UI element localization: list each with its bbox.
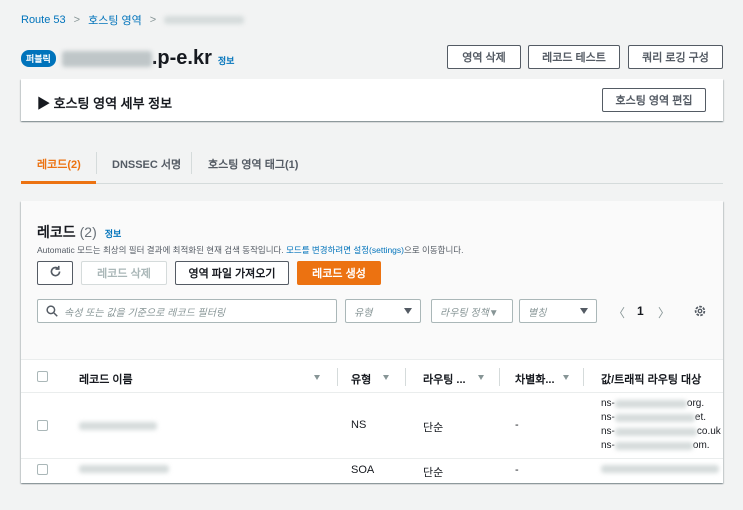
column-type[interactable]: 유형 — [351, 371, 371, 387]
record-name-redacted — [79, 422, 157, 430]
delete-records-button[interactable]: 레코드 삭제 — [81, 261, 167, 285]
settings-link[interactable]: 모드를 변경하려면 설정(settings) — [286, 245, 404, 255]
records-title: 레코드 (2) 정보 — [37, 222, 121, 242]
refresh-icon — [49, 265, 62, 281]
column-routing[interactable]: 라우팅 ... — [423, 371, 466, 387]
sort-icon[interactable] — [478, 375, 484, 380]
search-icon — [46, 305, 58, 320]
record-type: SOA — [351, 464, 375, 476]
tab-divider — [191, 152, 192, 174]
record-name-redacted — [79, 465, 169, 473]
select-all-checkbox[interactable] — [37, 371, 48, 382]
tab-divider — [96, 152, 97, 174]
alias-filter-select[interactable]: 별칭 — [519, 299, 597, 323]
zone-name-redacted — [61, 50, 152, 67]
records-count: (2) — [79, 224, 97, 240]
edit-hosted-zone-button[interactable]: 호스팅 영역 편집 — [602, 88, 706, 112]
breadcrumb-hosted-zones[interactable]: 호스팅 영역 — [88, 12, 142, 28]
breadcrumb-zone-name-redacted — [164, 16, 245, 24]
row-checkbox[interactable] — [37, 464, 48, 475]
column-record-name[interactable]: 레코드 이름 — [79, 371, 133, 387]
table-header: 레코드 이름 유형 라우팅 ... 차별화... 값/트래픽 라우팅 대상 — [21, 359, 723, 393]
gear-icon[interactable] — [693, 304, 707, 321]
description-suffix: 으로 이동합니다. — [404, 245, 464, 255]
routing-filter-placeholder: 라우팅 정책▼ — [440, 307, 499, 319]
column-divider — [337, 368, 338, 386]
sort-icon[interactable] — [563, 375, 569, 380]
search-placeholder: 속성 또는 값을 기준으로 레코드 필터링 — [64, 307, 226, 319]
type-filter-select[interactable]: 유형 — [345, 299, 421, 323]
records-info-link[interactable]: 정보 — [105, 227, 122, 240]
tab-dnssec[interactable]: DNSSEC 서명 — [112, 156, 181, 172]
records-description: Automatic 모드는 최상의 필터 결과에 최적화된 현재 검색 동작입니… — [37, 244, 463, 256]
table-row[interactable]: NS 단순 - ns-org. ns-et. ns-co.uk ns-om. — [21, 393, 723, 459]
table-row[interactable]: SOA 단순 - — [21, 459, 723, 483]
caret-down-icon — [404, 308, 412, 314]
record-routing: 단순 — [423, 422, 444, 434]
tab-active-indicator — [21, 181, 96, 184]
breadcrumb-separator: > — [149, 14, 157, 26]
search-input[interactable]: 속성 또는 값을 기준으로 레코드 필터링 — [37, 299, 337, 323]
routing-policy-select[interactable]: 라우팅 정책▼ — [431, 299, 513, 323]
alias-filter-placeholder: 별칭 — [528, 307, 547, 319]
row-checkbox[interactable] — [37, 420, 48, 431]
tab-records[interactable]: 레코드(2) — [37, 156, 81, 172]
records-title-text: 레코드 — [37, 224, 76, 240]
breadcrumb-route53[interactable]: Route 53 — [21, 14, 66, 26]
value-line: ns-org. — [601, 398, 705, 409]
column-divider — [405, 368, 406, 386]
value-line: ns-om. — [601, 440, 710, 451]
refresh-button[interactable] — [37, 261, 73, 285]
column-divider — [583, 368, 584, 386]
sort-icon[interactable] — [314, 375, 320, 380]
column-value[interactable]: 값/트래픽 라우팅 대상 — [601, 371, 701, 387]
page-title: 퍼블릭 .p-e.kr 정보 — [21, 47, 234, 70]
tabs: 레코드(2) DNSSEC 서명 호스팅 영역 태그(1) — [21, 150, 723, 184]
delete-zone-button[interactable]: 영역 삭제 — [447, 45, 521, 69]
caret-down-icon — [580, 308, 588, 314]
value-line: ns-co.uk — [601, 426, 721, 437]
test-record-button[interactable]: 레코드 테스트 — [528, 45, 620, 69]
hosted-zone-details-panel: ▶ 호스팅 영역 세부 정보 호스팅 영역 편집 — [21, 79, 723, 121]
record-type: NS — [351, 419, 367, 431]
public-badge: 퍼블릭 — [21, 50, 56, 67]
description-text: Automatic 모드는 최상의 필터 결과에 최적화된 현재 검색 동작입니… — [37, 245, 284, 255]
sort-icon[interactable] — [383, 375, 389, 380]
record-value-redacted — [601, 465, 719, 473]
pagination-prev[interactable]: 〈 — [613, 304, 625, 321]
tab-tags[interactable]: 호스팅 영역 태그(1) — [208, 156, 298, 172]
details-toggle[interactable]: ▶ 호스팅 영역 세부 정보 — [37, 93, 172, 112]
records-panel: 레코드 (2) 정보 Automatic 모드는 최상의 필터 결과에 최적화된… — [21, 201, 723, 483]
zone-name-suffix: .p-e.kr — [151, 47, 212, 69]
import-zone-file-button[interactable]: 영역 파일 가져오기 — [175, 261, 289, 285]
pagination-page[interactable]: 1 — [637, 304, 644, 318]
column-differentiator[interactable]: 차별화... — [515, 371, 555, 387]
breadcrumb-separator: > — [73, 14, 81, 26]
query-logging-button[interactable]: 쿼리 로깅 구성 — [628, 45, 723, 69]
record-values: ns-org. ns-et. ns-co.uk ns-om. — [601, 397, 723, 453]
breadcrumb: Route 53 > 호스팅 영역 > — [21, 12, 245, 28]
record-differentiator: - — [515, 464, 519, 476]
record-routing: 단순 — [423, 467, 444, 479]
value-line: ns-et. — [601, 412, 707, 423]
column-divider — [499, 368, 500, 386]
pagination-next[interactable]: 〉 — [658, 304, 670, 321]
record-differentiator: - — [515, 419, 519, 431]
info-link[interactable]: 정보 — [218, 54, 235, 67]
create-record-button[interactable]: 레코드 생성 — [297, 261, 381, 285]
type-filter-placeholder: 유형 — [354, 307, 373, 319]
